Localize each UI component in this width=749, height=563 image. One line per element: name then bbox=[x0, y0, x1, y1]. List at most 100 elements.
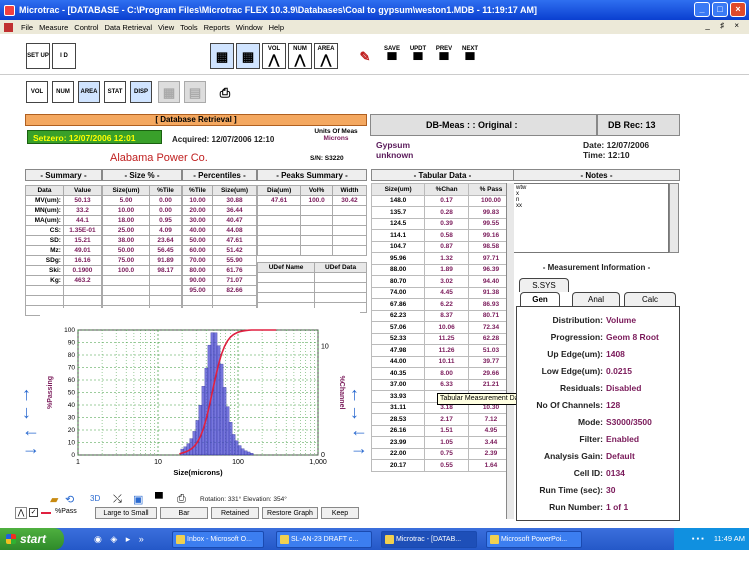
save-button[interactable]: SAVE ▀ bbox=[380, 43, 404, 69]
grid-disabled-icon[interactable]: ▦ bbox=[158, 81, 180, 103]
arrow-right-icon[interactable]: → bbox=[350, 439, 368, 457]
table-row[interactable]: 22.00 0.75 2.39 bbox=[371, 447, 514, 460]
table-row[interactable]: 47.98 11.26 51.03 bbox=[371, 344, 514, 357]
area-graph-button[interactable]: AREA bbox=[78, 81, 100, 103]
tray-icons[interactable]: ▪▪▪ bbox=[692, 534, 706, 543]
table-row[interactable]: 57.06 10.06 72.34 bbox=[371, 321, 514, 334]
arrow-up-icon[interactable]: ↑ bbox=[350, 385, 368, 403]
table-row[interactable]: 26.16 1.51 4.95 bbox=[371, 424, 514, 437]
quick-launch-icons[interactable]: ◉ ◈ ▸ » bbox=[94, 534, 147, 545]
table-row[interactable]: 104.7 0.87 98.58 bbox=[371, 240, 514, 253]
table-view-icon[interactable]: ▦ bbox=[210, 43, 234, 69]
table-row[interactable]: 44.00 10.11 39.77 bbox=[371, 355, 514, 368]
stat-button[interactable]: STAT bbox=[104, 81, 126, 103]
task-powerpoint[interactable]: Microsoft PowerPoi... bbox=[486, 531, 582, 548]
area-graph-icon: ⋀ bbox=[320, 52, 332, 67]
pin-icon[interactable]: ✎ bbox=[353, 43, 377, 69]
task-sl-an-draft[interactable]: SL-AN-23 DRAFT c... bbox=[276, 531, 372, 548]
start-button[interactable]: start bbox=[0, 528, 64, 550]
table-row[interactable]: 88.00 1.89 96.39 bbox=[371, 263, 514, 276]
xpass-checkbox[interactable]: ✓ bbox=[29, 508, 38, 517]
print-icon[interactable]: ⎙ bbox=[177, 493, 186, 506]
notes-scrollbar[interactable] bbox=[669, 183, 679, 253]
measurement-info-panel: Distribution: Volume Progression: Geom 8 Ro… bbox=[516, 306, 680, 521]
doc-disabled-icon[interactable]: ▤ bbox=[184, 81, 206, 103]
table-row[interactable]: 52.33 11.25 62.28 bbox=[371, 332, 514, 345]
table-header-row: UDef Name UDef Data bbox=[256, 262, 367, 273]
save-disk-icon[interactable]: ▀ bbox=[155, 493, 163, 505]
table-row[interactable]: 80.70 3.02 94.40 bbox=[371, 275, 514, 288]
table-view-2-icon[interactable]: ▦ bbox=[236, 43, 260, 69]
task-microtrac[interactable]: Microtrac - [DATAB... bbox=[381, 531, 477, 548]
folder-icon[interactable]: ▰ bbox=[50, 493, 58, 506]
task-inbox[interactable]: Inbox - Microsoft O... bbox=[172, 531, 264, 548]
retained-button[interactable]: Retained bbox=[211, 507, 259, 519]
num-button[interactable]: NUM ⋀ bbox=[288, 43, 312, 69]
arrow-down-icon[interactable]: ↓ bbox=[22, 403, 40, 421]
update-button[interactable]: UPDT ▀ bbox=[406, 43, 430, 69]
minimize-button[interactable]: _ bbox=[694, 2, 710, 17]
large-to-small-button[interactable]: Large to Small bbox=[95, 507, 157, 519]
arrow-left-icon[interactable]: ← bbox=[22, 421, 40, 439]
bar-button[interactable]: Bar bbox=[160, 507, 208, 519]
disp-button[interactable]: DISP bbox=[130, 81, 152, 103]
image-icon[interactable]: ▣ bbox=[133, 493, 143, 506]
measurement-row: Mode: S3000/3500 bbox=[517, 417, 652, 427]
prev-button[interactable]: PREV ▀ bbox=[432, 43, 456, 69]
arrow-left-icon[interactable]: ← bbox=[350, 421, 368, 439]
3d-icon[interactable]: 3D bbox=[90, 494, 100, 503]
table-row[interactable]: 62.23 8.37 80.71 bbox=[371, 309, 514, 322]
mdi-doc-icon[interactable] bbox=[4, 22, 13, 32]
arrow-right-icon[interactable]: → bbox=[22, 439, 40, 457]
table-row[interactable]: 124.5 0.39 99.55 bbox=[371, 217, 514, 230]
sample-id-1: Gypsum bbox=[376, 140, 411, 150]
table-row[interactable]: 20.17 0.55 1.64 bbox=[371, 459, 514, 472]
table-row[interactable]: 95.96 1.32 97.71 bbox=[371, 252, 514, 265]
graph-type-icon[interactable]: ⋀ bbox=[15, 507, 27, 519]
tab-anal[interactable]: Anal bbox=[572, 292, 620, 306]
xpass-legend-line bbox=[41, 512, 51, 514]
menu-control[interactable]: Control bbox=[74, 23, 98, 32]
mdi-controls[interactable]: _ ♯ × bbox=[705, 21, 743, 30]
table-row[interactable]: 40.35 8.00 29.66 bbox=[371, 367, 514, 380]
num-graph-button[interactable]: NUM bbox=[52, 81, 74, 103]
menu-view[interactable]: View bbox=[158, 23, 174, 32]
printer-icon[interactable]: ⎙ bbox=[214, 81, 236, 103]
arrow-down-icon[interactable]: ↓ bbox=[350, 403, 368, 421]
distribution-chart[interactable]: 0 10 20 30 40 50 60 70 80 90 100 1 10 100 1,000 0 10 Size… bbox=[40, 308, 360, 493]
tab-gen[interactable]: Gen bbox=[520, 292, 560, 306]
tab-calc[interactable]: Calc bbox=[624, 292, 676, 306]
tabular-data-grid[interactable]: Size(um) %Chan% Pass 148.0 0.17 100.00 135.7 0… bbox=[371, 183, 514, 519]
next-button[interactable]: NEXT ▀ bbox=[458, 43, 482, 69]
menu-data-retrieval[interactable]: Data Retrieval bbox=[104, 23, 152, 32]
table-row[interactable]: 74.00 4.45 91.38 bbox=[371, 286, 514, 299]
id-button[interactable]: I D bbox=[52, 43, 76, 69]
notes-textbox[interactable]: wtw x n xx bbox=[513, 183, 669, 253]
menu-reports[interactable]: Reports bbox=[204, 23, 230, 32]
refresh-icon[interactable]: ⟲ bbox=[65, 493, 74, 506]
table-row[interactable]: 28.53 2.17 7.12 bbox=[371, 413, 514, 426]
setup-button[interactable]: SET UP bbox=[26, 43, 50, 69]
table-row[interactable]: 114.1 0.58 99.16 bbox=[371, 229, 514, 242]
table-row[interactable]: 135.7 0.28 99.83 bbox=[371, 206, 514, 219]
table-row[interactable]: 148.0 0.17 100.00 bbox=[371, 194, 514, 207]
table-row[interactable]: 23.99 1.05 3.44 bbox=[371, 436, 514, 449]
vol-button[interactable]: VOL ⋀ bbox=[262, 43, 286, 69]
table-row[interactable]: 67.86 6.22 86.93 bbox=[371, 298, 514, 311]
area-button[interactable]: AREA ⋀ bbox=[314, 43, 338, 69]
tab-s-sys[interactable]: S.SYS bbox=[519, 278, 569, 292]
menu-tools[interactable]: Tools bbox=[180, 23, 198, 32]
table-row[interactable]: 37.00 6.33 21.21 bbox=[371, 378, 514, 391]
tabular-scrollbar[interactable] bbox=[506, 183, 514, 519]
menu-measure[interactable]: Measure bbox=[39, 23, 68, 32]
keep-button[interactable]: Keep bbox=[321, 507, 359, 519]
restore-graph-button[interactable]: Restore Graph bbox=[262, 507, 318, 519]
graph-tool-icon[interactable]: ⤯ bbox=[113, 493, 122, 506]
arrow-up-icon[interactable]: ↑ bbox=[22, 385, 40, 403]
close-button[interactable]: × bbox=[730, 2, 746, 17]
vol-graph-button[interactable]: VOL bbox=[26, 81, 48, 103]
maximize-button[interactable]: □ bbox=[712, 2, 728, 17]
menu-window[interactable]: Window bbox=[236, 23, 263, 32]
menu-help[interactable]: Help bbox=[269, 23, 284, 32]
menu-file[interactable]: File bbox=[21, 23, 33, 32]
